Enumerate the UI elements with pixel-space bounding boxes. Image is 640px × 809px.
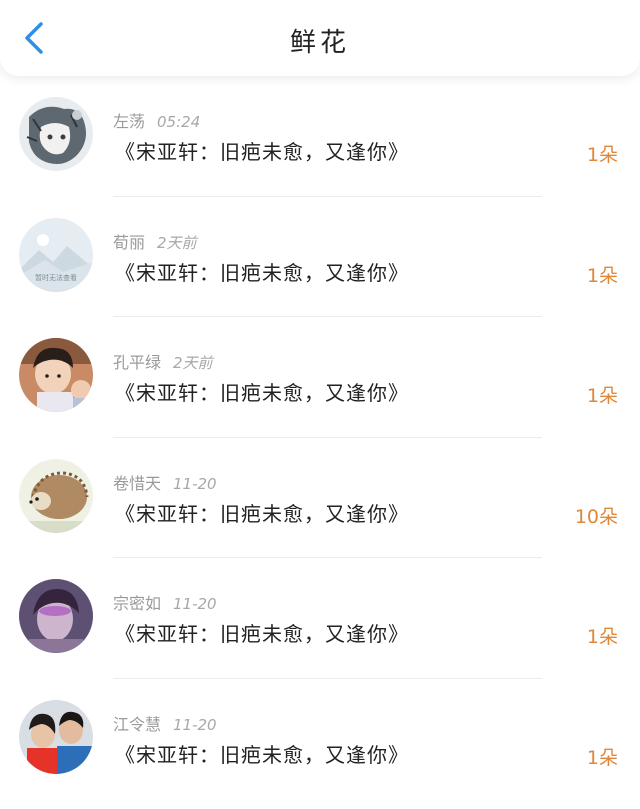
list-item[interactable]: 暂时无法查看 荀丽 2天前 《宋亚轩：旧疤未愈，又逢你》 1朵: [0, 197, 640, 317]
flower-count: 1朵: [586, 144, 618, 166]
list-item[interactable]: 左荡 05:24 《宋亚轩：旧疤未愈，又逢你》 1朵: [0, 76, 640, 197]
top-bar: 鲜花: [0, 0, 640, 76]
avatar[interactable]: [19, 97, 93, 171]
sender-name: 孔平绿: [113, 353, 162, 372]
page-title: 鲜花: [289, 28, 350, 58]
sender-name: 左荡: [113, 112, 146, 131]
sender-name: 江令慧: [113, 714, 162, 734]
book-title: 《宋亚轩：旧疤未愈，又逢你》: [115, 501, 409, 526]
sender-meta: 江令慧 11-20: [113, 711, 217, 735]
sender-meta: 卷惜天 11-20: [113, 470, 217, 494]
flower-count: 1朵: [586, 626, 618, 648]
avatar[interactable]: [19, 338, 93, 412]
flower-count: 1朵: [586, 746, 618, 769]
avatar[interactable]: [19, 579, 93, 653]
flower-list: 左荡 05:24 《宋亚轩：旧疤未愈，又逢你》 1朵 暂时无法查看 荀丽 2天前 《…: [0, 76, 640, 799]
flower-count: 1朵: [586, 264, 618, 287]
flower-count: 1朵: [586, 385, 618, 407]
timestamp: 11-20: [173, 715, 217, 734]
sender-name: 卷惜天: [113, 473, 162, 493]
avatar[interactable]: [19, 699, 93, 774]
sender-name: 荀丽: [113, 232, 146, 252]
sender-meta: 孔平绿 2天前: [113, 349, 213, 373]
timestamp: 2天前: [157, 233, 197, 252]
flower-count: 10朵: [574, 505, 618, 528]
avatar-placeholder-text: 暂时无法查看: [35, 273, 77, 282]
timestamp: 05:24: [157, 113, 201, 131]
list-item[interactable]: 宗密如 11-20 《宋亚轩：旧疤未愈，又逢你》 1朵: [0, 558, 640, 679]
list-item[interactable]: 孔平绿 2天前 《宋亚轩：旧疤未愈，又逢你》 1朵: [0, 317, 640, 438]
avatar[interactable]: [19, 458, 93, 533]
list-item[interactable]: 江令慧 11-20 《宋亚轩：旧疤未愈，又逢你》 1朵: [0, 679, 640, 800]
list-item[interactable]: 卷惜天 11-20 《宋亚轩：旧疤未愈，又逢你》 10朵: [0, 438, 640, 558]
timestamp: 2天前: [173, 354, 213, 372]
book-title: 《宋亚轩：旧疤未愈，又逢你》: [115, 742, 409, 767]
timestamp: 11-20: [173, 474, 217, 493]
sender-meta: 左荡 05:24: [113, 108, 200, 132]
book-title: 《宋亚轩：旧疤未愈，又逢你》: [115, 381, 409, 405]
timestamp: 11-20: [173, 595, 217, 613]
avatar[interactable]: 暂时无法查看: [19, 217, 93, 292]
sender-meta: 宗密如 11-20: [113, 590, 217, 614]
book-title: 《宋亚轩：旧疤未愈，又逢你》: [115, 260, 409, 285]
book-title: 《宋亚轩：旧疤未愈，又逢你》: [115, 140, 409, 164]
sender-name: 宗密如: [113, 594, 162, 613]
sender-meta: 荀丽 2天前: [113, 229, 197, 253]
book-title: 《宋亚轩：旧疤未愈，又逢你》: [115, 622, 409, 646]
